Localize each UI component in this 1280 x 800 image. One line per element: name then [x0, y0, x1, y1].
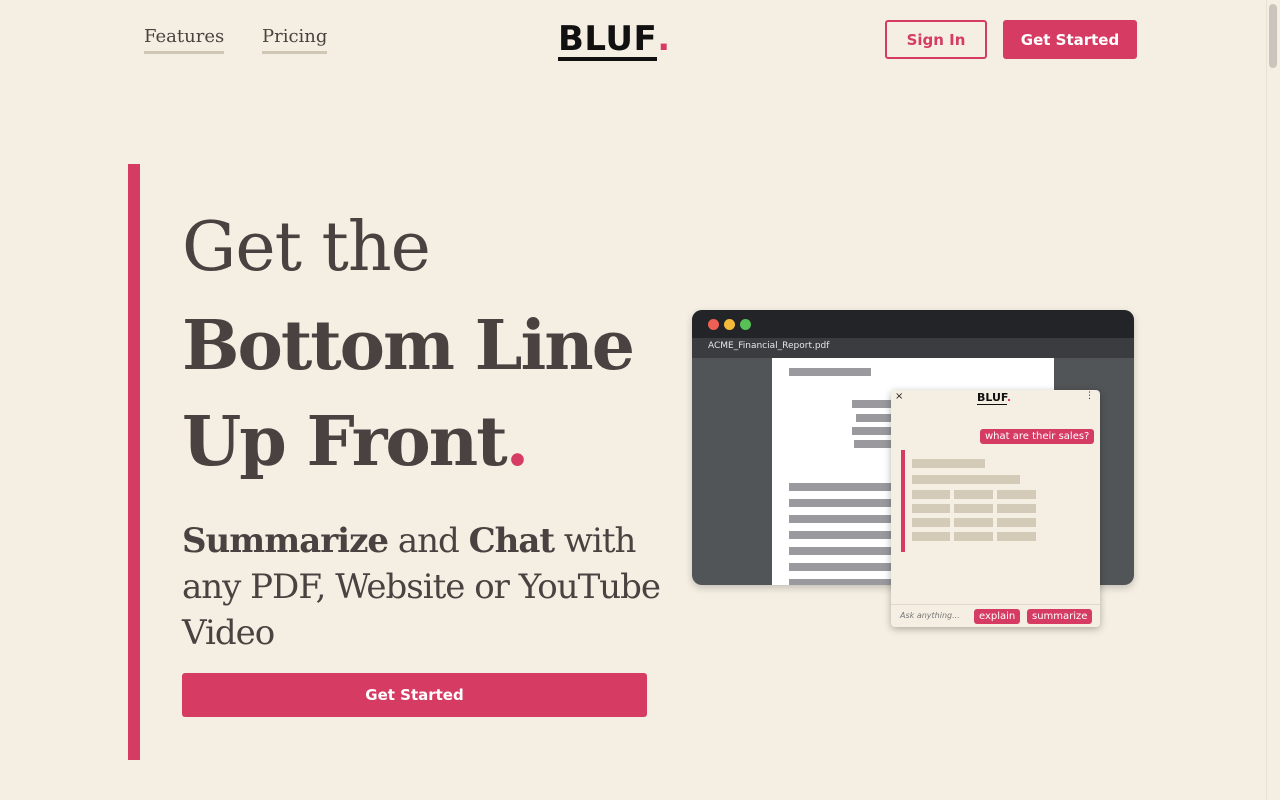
pdf-tab-bar: ACME_Financial_Report.pdf	[692, 338, 1134, 358]
response-placeholder-cell	[954, 518, 993, 527]
get-started-button-header[interactable]: Get Started	[1003, 20, 1137, 59]
pdf-text-line	[789, 531, 899, 539]
pdf-text-line	[789, 563, 899, 571]
scrollbar-thumb[interactable]	[1269, 4, 1277, 68]
pdf-text-line	[789, 579, 899, 585]
summarize-button[interactable]: summarize	[1027, 609, 1093, 624]
chat-panel-mockup: × BLUF. ⋮ what are their sales? Ask anyt…	[891, 390, 1100, 627]
pdf-text-line	[789, 499, 899, 507]
maximize-dot-icon	[740, 319, 751, 330]
hero-headline-line1: Get the	[182, 208, 431, 287]
pdf-text-line	[856, 414, 892, 422]
hero-subtitle: Summarize and Chat with any PDF, Website…	[182, 518, 662, 656]
pdf-text-line	[789, 515, 899, 523]
chat-input-bar: Ask anything... explain summarize	[891, 604, 1100, 627]
hero-headline-line3-text: Up Front	[182, 402, 508, 482]
response-placeholder-cell	[997, 504, 1036, 513]
chat-response-accent	[901, 450, 905, 552]
response-placeholder-cell	[912, 490, 950, 499]
chat-logo-dot: .	[1006, 391, 1012, 404]
response-placeholder-cell	[912, 532, 950, 541]
pdf-text-line	[852, 427, 892, 435]
pdf-text-line	[854, 440, 892, 448]
get-started-button-hero[interactable]: Get Started	[182, 673, 647, 717]
subtitle-bold-summarize: Summarize	[182, 521, 389, 561]
response-placeholder-line	[912, 475, 1020, 484]
response-placeholder-line	[912, 459, 985, 468]
chat-close-icon[interactable]: ×	[895, 391, 903, 402]
browser-titlebar	[692, 310, 1134, 338]
nav-link-features[interactable]: Features	[144, 26, 225, 54]
pdf-text-line	[789, 368, 871, 376]
logo-dot: .	[657, 19, 671, 59]
response-placeholder-cell	[912, 504, 950, 513]
hero-headline-dot: .	[505, 402, 530, 482]
minimize-dot-icon	[724, 319, 735, 330]
explain-button[interactable]: explain	[974, 609, 1021, 624]
pdf-tab-title: ACME_Financial_Report.pdf	[708, 341, 830, 351]
chat-logo: BLUF.	[977, 391, 1012, 405]
response-placeholder-cell	[997, 490, 1036, 499]
page-scrollbar[interactable]	[1266, 0, 1280, 800]
pdf-text-line	[789, 547, 899, 555]
response-placeholder-cell	[912, 518, 950, 527]
logo[interactable]: BLUF.	[558, 20, 671, 61]
nav-link-pricing[interactable]: Pricing	[262, 26, 328, 54]
chat-input[interactable]: Ask anything...	[900, 611, 960, 620]
response-placeholder-cell	[997, 518, 1036, 527]
response-placeholder-cell	[954, 490, 993, 499]
subtitle-text-and: and	[388, 521, 469, 561]
hero-headline-line2: Bottom Line	[182, 306, 635, 386]
pdf-text-line	[852, 400, 892, 408]
sign-in-button[interactable]: Sign In	[885, 20, 987, 59]
close-dot-icon	[708, 319, 719, 330]
logo-text: BLUF	[558, 19, 658, 61]
pdf-text-line	[789, 483, 899, 491]
chat-logo-text: BLUF	[977, 391, 1007, 405]
subtitle-bold-chat: Chat	[468, 521, 556, 561]
hero-accent-bar	[128, 164, 140, 760]
response-placeholder-cell	[954, 504, 993, 513]
response-placeholder-cell	[954, 532, 993, 541]
chat-user-message: what are their sales?	[980, 429, 1095, 444]
hero-headline-line3: Up Front.	[182, 402, 530, 482]
chat-menu-icon[interactable]: ⋮	[1085, 391, 1094, 401]
response-placeholder-cell	[997, 532, 1036, 541]
